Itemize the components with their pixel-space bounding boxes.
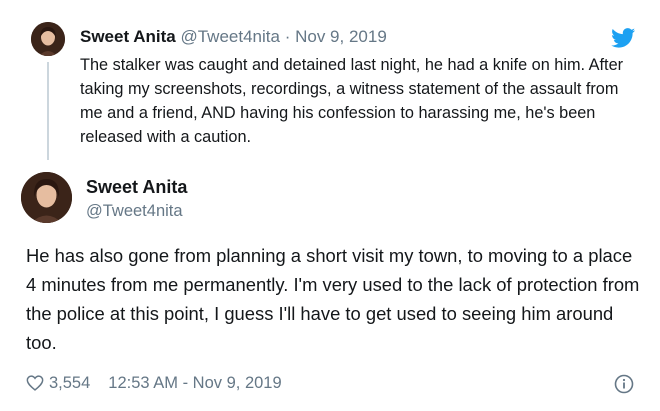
tweet-timestamp[interactable]: 12:53 AM - Nov 9, 2019 bbox=[108, 372, 281, 394]
thread-connector-line bbox=[47, 62, 49, 160]
like-count[interactable]: 3,554 bbox=[49, 372, 90, 394]
parent-tweet-header: Sweet Anita @Tweet4nita · Nov 9, 2019 bbox=[80, 26, 387, 48]
main-author-name[interactable]: Sweet Anita bbox=[86, 176, 187, 198]
avatar-image bbox=[21, 172, 72, 223]
twitter-bird-icon[interactable] bbox=[611, 28, 636, 48]
main-avatar[interactable] bbox=[21, 172, 72, 223]
parent-tweet-text: The stalker was caught and detained last… bbox=[80, 56, 624, 146]
info-icon[interactable] bbox=[614, 374, 634, 394]
main-author-handle[interactable]: @Tweet4nita bbox=[86, 201, 183, 221]
main-tweet-text: He has also gone from planning a short v… bbox=[26, 245, 640, 353]
parent-avatar[interactable] bbox=[31, 22, 65, 56]
parent-author-handle[interactable]: @Tweet4nita bbox=[180, 27, 279, 46]
header-separator: · bbox=[284, 27, 291, 46]
parent-tweet-date[interactable]: Nov 9, 2019 bbox=[295, 27, 387, 46]
avatar-image bbox=[31, 22, 65, 56]
heart-icon[interactable] bbox=[26, 375, 44, 391]
tweet-footer: 3,554 12:53 AM - Nov 9, 2019 bbox=[26, 372, 282, 394]
parent-author-name[interactable]: Sweet Anita bbox=[80, 27, 176, 46]
